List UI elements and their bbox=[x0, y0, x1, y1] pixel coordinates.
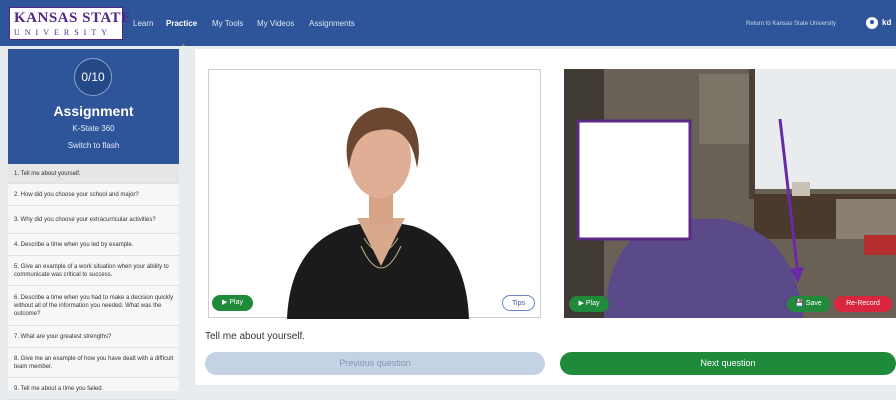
webcam-scene bbox=[564, 69, 896, 318]
user-video-play-button[interactable]: ▶ Play bbox=[569, 296, 609, 312]
nav-my-videos[interactable]: My Videos bbox=[257, 19, 294, 28]
interviewer-play-button[interactable]: ▶ Play bbox=[212, 295, 253, 311]
scroll-up-arrow-icon[interactable]: ▲ bbox=[181, 42, 186, 48]
switch-to-flash-link[interactable]: Switch to flash bbox=[8, 141, 179, 150]
user-webcam-video[interactable] bbox=[564, 69, 896, 318]
question-item-5[interactable]: 5. Give an example of a work situation w… bbox=[8, 256, 179, 286]
logo-line-1: KANSAS STATE bbox=[14, 10, 132, 26]
question-item-6[interactable]: 6. Describe a time when you had to make … bbox=[8, 286, 179, 326]
question-item-2[interactable]: 2. How did you choose your school and ma… bbox=[8, 184, 179, 206]
question-item-8[interactable]: 8. Give me an example of how you have de… bbox=[8, 348, 179, 378]
previous-question-button[interactable]: Previous question bbox=[205, 352, 545, 375]
assignment-header: 0/10 Assignment K-State 360 Switch to fl… bbox=[8, 49, 179, 164]
interviewer-figure bbox=[287, 107, 469, 319]
tips-button[interactable]: Tips bbox=[502, 295, 535, 311]
kansas-state-logo[interactable]: KANSAS STATE UNIVERSITY bbox=[9, 7, 131, 40]
question-item-7[interactable]: 7. What are your greatest strengths? bbox=[8, 326, 179, 348]
score-badge: 0/10 bbox=[74, 58, 112, 96]
nav-assignments[interactable]: Assignments bbox=[309, 19, 355, 28]
nav-practice[interactable]: Practice bbox=[166, 19, 197, 28]
question-item-3[interactable]: 3. Why did you choose your extracurricul… bbox=[8, 206, 179, 234]
user-name[interactable]: kd bbox=[882, 18, 891, 27]
re-record-button[interactable]: Re-Record bbox=[834, 296, 892, 312]
assignment-title: Assignment bbox=[53, 103, 134, 119]
top-navigation-bar: KANSAS STATE UNIVERSITY Learn Practice M… bbox=[0, 0, 896, 46]
question-item-1[interactable]: 1. Tell me about yourself. bbox=[8, 164, 179, 184]
nav-my-tools[interactable]: My Tools bbox=[212, 19, 243, 28]
return-to-university-link[interactable]: Return to Kansas State University bbox=[746, 21, 836, 27]
current-question-title: Tell me about yourself. bbox=[205, 331, 306, 342]
question-item-4[interactable]: 4. Describe a time when you led by examp… bbox=[8, 234, 179, 256]
nav-learn[interactable]: Learn bbox=[133, 19, 153, 28]
next-question-button[interactable]: Next question bbox=[560, 352, 896, 375]
assignment-subtitle: K-State 360 bbox=[72, 124, 115, 133]
interviewer-video[interactable] bbox=[208, 69, 541, 319]
save-button[interactable]: 💾 Save bbox=[787, 296, 830, 312]
user-avatar-icon[interactable] bbox=[866, 17, 878, 29]
assignment-sidebar: 0/10 Assignment K-State 360 Switch to fl… bbox=[8, 49, 179, 400]
logo-line-2: UNIVERSITY bbox=[14, 28, 112, 37]
question-item-9[interactable]: 9. Tell me about a time you failed. bbox=[8, 378, 179, 400]
